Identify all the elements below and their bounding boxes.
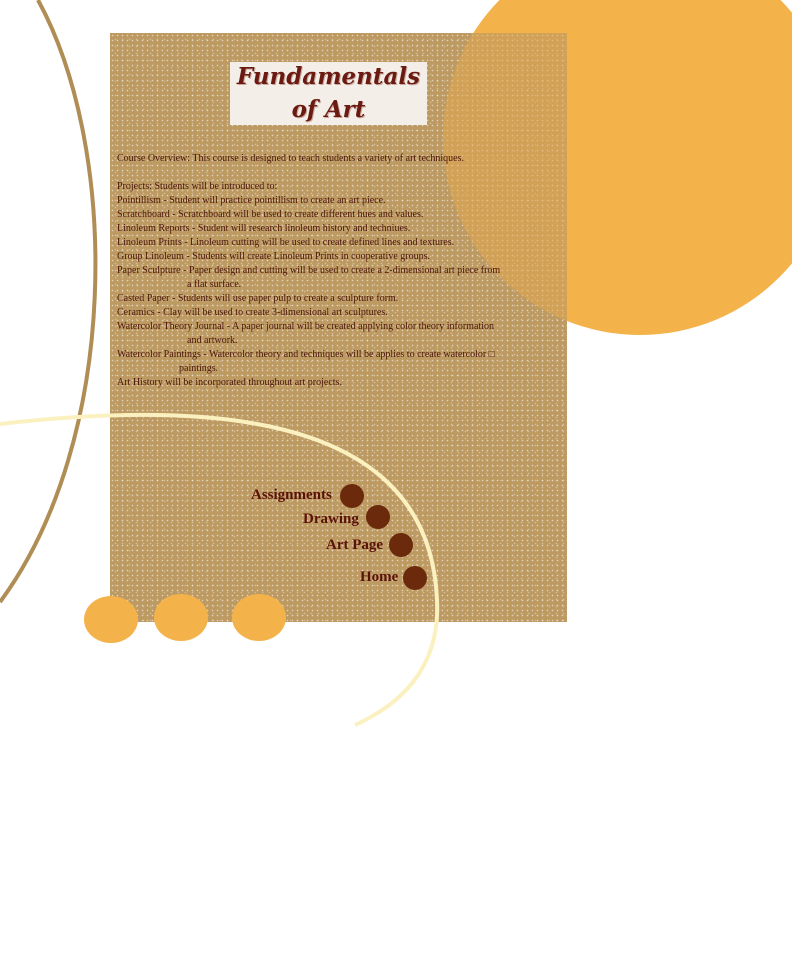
project-item-continued: paintings.	[179, 363, 219, 374]
course-overview: Course Overview: This course is designed…	[117, 153, 464, 164]
project-item: Watercolor Paintings - Watercolor theory…	[117, 349, 495, 360]
project-item: Linoleum Prints - Linoleum cutting will …	[117, 237, 455, 248]
nav-assignments-link[interactable]: Assignments	[251, 487, 332, 504]
project-item: Ceramics - Clay will be used to create 3…	[117, 307, 388, 318]
decorative-dot	[84, 596, 138, 643]
project-item: Linoleum Reports - Student will research…	[117, 223, 411, 234]
project-item-continued: a flat surface.	[187, 279, 242, 290]
nav-art-page-bullet[interactable]	[389, 533, 413, 557]
title-line-2: of Art	[291, 96, 366, 123]
nav-home-bullet[interactable]	[403, 566, 427, 590]
project-item: Pointillism - Student will practice poin…	[117, 195, 386, 206]
nav-assignments-bullet[interactable]	[340, 484, 364, 508]
page-title: Fundamentals of Art	[230, 62, 427, 125]
nav-art-page-link[interactable]: Art Page	[326, 537, 383, 554]
title-line-1: Fundamentals	[236, 63, 421, 90]
course-description: Course Overview: This course is designed…	[117, 152, 562, 390]
decorative-dot	[232, 594, 286, 641]
decorative-dot	[154, 594, 208, 641]
closing-note: Art History will be incorporated through…	[117, 377, 342, 388]
project-item: Watercolor Theory Journal - A paper jour…	[117, 321, 494, 332]
project-item: Scratchboard - Scratchboard will be used…	[117, 209, 424, 220]
project-item: Paper Sculpture - Paper design and cutti…	[117, 265, 501, 276]
projects-intro: Projects: Students will be introduced to…	[117, 181, 278, 192]
nav-home-link[interactable]: Home	[360, 569, 398, 586]
project-item-continued: and artwork.	[187, 335, 238, 346]
project-item: Group Linoleum - Students will create Li…	[117, 251, 430, 262]
nav-drawing-bullet[interactable]	[366, 505, 390, 529]
left-arc-curve	[0, 0, 98, 604]
nav-drawing-link[interactable]: Drawing	[303, 511, 359, 528]
project-item: Casted Paper - Students will use paper p…	[117, 293, 399, 304]
